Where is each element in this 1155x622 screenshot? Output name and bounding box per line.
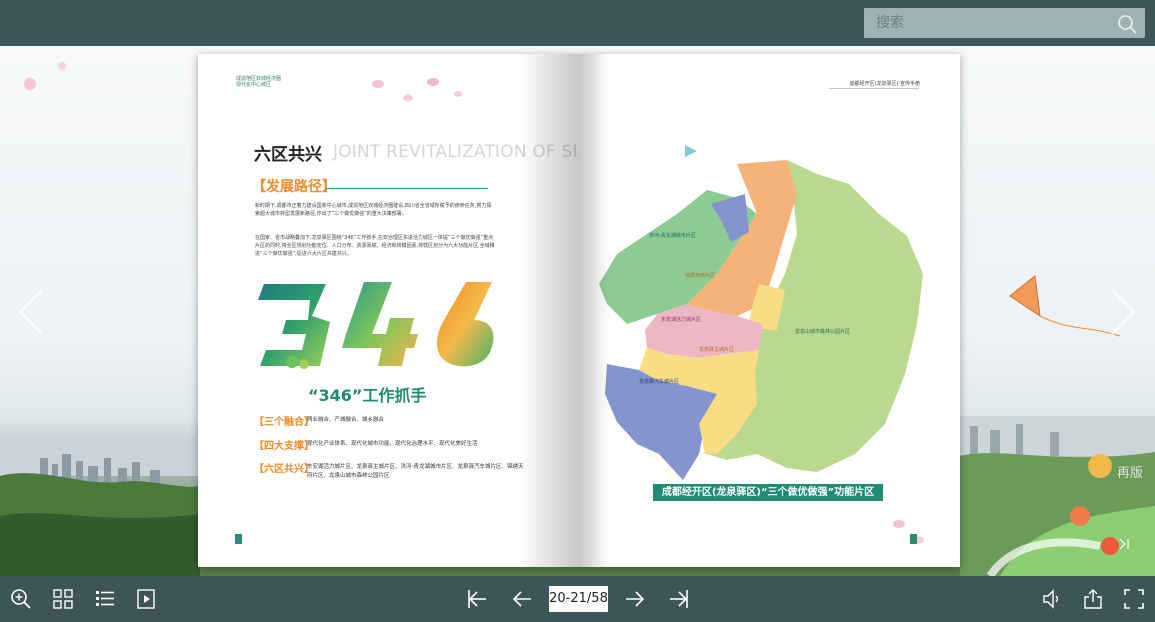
table-of-contents-icon[interactable] <box>94 588 116 610</box>
page-corner-mark-right <box>910 534 917 544</box>
reprint-label[interactable]: 再版 <box>1117 462 1143 481</box>
map-label-1: 洪河-青龙湖城市片区 <box>649 233 696 239</box>
left-page[interactable]: 成渝地区双城经济圈 现代化中心城区 六区共兴 JOINT REVITALIZAT… <box>198 54 579 567</box>
previous-page-icon[interactable] <box>511 588 533 610</box>
petals-decoration-right <box>893 520 924 544</box>
intro-paragraph-1: 新时期下,成都市正着力建设国家中心城市,成渝地区双城经济圈建设,四川省全省域所赋… <box>255 203 492 217</box>
map-label-2: 锦绣天府片区 <box>685 273 716 279</box>
sound-icon[interactable] <box>1040 588 1062 610</box>
last-page-icon[interactable] <box>668 588 690 610</box>
row-label-3: 【六区共兴】 <box>254 464 314 475</box>
section-title: 六区共兴 <box>254 145 322 165</box>
next-page-icon[interactable] <box>624 588 646 610</box>
map-label-4: 龙泉驿主城片区 <box>699 347 735 353</box>
page-corner-mark-left <box>235 534 242 544</box>
number-346-graphic <box>258 282 494 369</box>
right-page-header: 成都经开区(龙泉驿区)·宣传手册 <box>849 81 921 87</box>
search-box[interactable] <box>864 8 1145 38</box>
fullscreen-icon[interactable] <box>1123 588 1145 610</box>
autoplay-icon[interactable] <box>135 588 157 610</box>
map-label-6: 龙泉山城市森林公园片区 <box>795 329 851 335</box>
right-header-line <box>829 88 919 89</box>
right-page[interactable]: 成都经开区(龙泉驿区)·宣传手册 洪河-青龙湖城市片区 锦绣天府片区 东安湖活力… <box>579 54 960 567</box>
next-page-arrow[interactable] <box>1108 288 1138 336</box>
first-page-icon[interactable] <box>466 588 488 610</box>
path-title: 【发展路径】 <box>252 179 336 195</box>
top-toolbar <box>0 0 1155 46</box>
map-caption: 成都经开区(龙泉驿区)“三个做优做强”功能片区 <box>653 484 883 501</box>
petals-decoration <box>372 78 462 102</box>
district-map <box>599 160 923 480</box>
left-page-header: 成渝地区双城经济圈 现代化中心城区 <box>236 76 282 88</box>
previous-page-arrow[interactable] <box>16 288 46 336</box>
row-text-2: 现代化产业体系、现代化城市功能、现代化治理水平、现代化美好生活 <box>307 441 478 447</box>
intro-paragraph-2: 在国家、省市战略叠加下,龙泉驿区围绕“346”工作抓手,在双治理区东进活力城区一… <box>255 235 495 257</box>
row-text-3: 东安湖活力城片区、龙泉驿主城片区、洪河-青龙湖城市片区、龙泉驿汽车城片区、锦绣天… <box>307 464 524 479</box>
search-input[interactable] <box>864 8 1114 38</box>
work-method-title: “346”工作抓手 <box>308 386 427 405</box>
left-gutter-shadow <box>519 54 579 567</box>
zoom-in-icon[interactable] <box>10 588 32 610</box>
thumbnails-icon[interactable] <box>52 588 74 610</box>
path-title-underline <box>326 188 488 189</box>
row-label-1: 【三个融合】 <box>254 417 314 428</box>
share-icon[interactable] <box>1082 588 1104 610</box>
row-text-1: 两业融合、产城融合、城乡融合 <box>307 417 385 423</box>
map-label-3: 东安湖活力城片区 <box>661 317 702 323</box>
flipbook-spread[interactable]: 成渝地区双城经济圈 现代化中心城区 六区共兴 JOINT REVITALIZAT… <box>198 54 960 567</box>
map-label-5: 龙泉驿汽车城片区 <box>639 379 680 385</box>
last-page-mini-icon[interactable] <box>1117 537 1131 551</box>
page-counter[interactable]: 20-21/58 <box>549 586 608 612</box>
right-gutter-shadow <box>579 54 609 567</box>
row-label-2: 【四大支撑】 <box>254 441 314 452</box>
search-icon[interactable] <box>1117 14 1137 34</box>
